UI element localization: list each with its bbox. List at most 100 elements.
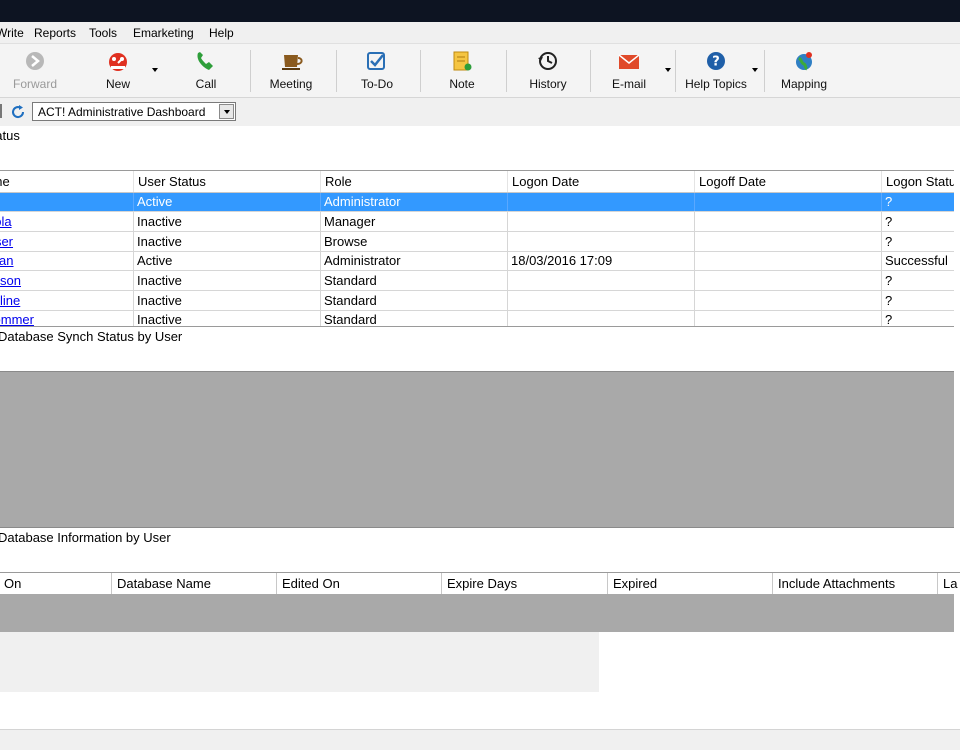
column-header-logon-status[interactable]: Logon Status [881,171,954,193]
role-cell: Standard [320,290,508,311]
user-name-link[interactable]: nderline [0,290,134,311]
meeting-button[interactable]: Meeting [258,48,324,94]
logon-date-cell [507,231,695,252]
todo-button[interactable]: To-Do [346,48,408,94]
toolbar-separator [675,50,676,92]
logon-date-cell [507,270,695,291]
user-name-link[interactable]: nderson [0,270,134,291]
user-status-cell: Active [133,251,321,272]
user-name-link[interactable]: n Sommer [0,310,134,326]
menu-reports[interactable]: Reports [34,26,76,40]
logoff-date-cell [694,192,882,213]
dashboard-bar: ACT! Administrative Dashboard [0,98,960,126]
role-cell: Manager [320,211,508,232]
menu-write[interactable]: Write [0,26,24,40]
toolbar-separator [506,50,507,92]
chevron-down-icon[interactable] [219,104,234,119]
history-button[interactable]: History [516,48,580,94]
menu-emarketing[interactable]: Emarketing [133,26,194,40]
call-button[interactable]: Call [176,48,236,94]
table-row[interactable]: n Sommer Inactive Standard ? [0,310,954,326]
mapping-button[interactable]: Mapping [774,48,834,94]
table-row[interactable]: nderson Inactive Standard ? [0,270,954,291]
logoff-date-cell [694,211,882,232]
logon-status-cell: ? [881,310,954,326]
grid-header-row: Name User Status Role Logon Date Logoff … [0,171,954,193]
table-row[interactable]: rowser Inactive Browse ? [0,231,954,252]
status-bar [0,729,960,750]
column-header-database-name[interactable]: Database Name [117,576,211,591]
new-label: New [105,77,130,91]
info-grid-header: On Database Name Edited On Expire Days E… [0,572,960,594]
column-header-on[interactable]: On [4,576,21,591]
new-dropdown-arrow[interactable] [152,68,158,72]
dashboard-select[interactable]: ACT! Administrative Dashboard [32,102,236,121]
email-icon [618,54,640,69]
note-label: Note [449,77,475,91]
email-dropdown-arrow[interactable] [665,68,671,72]
column-header-role[interactable]: Role [320,171,508,193]
help-topics-dropdown-arrow[interactable] [752,68,758,72]
column-header-edited-on[interactable]: Edited On [282,576,340,591]
column-divider [772,573,773,594]
menu-tools[interactable]: Tools [89,26,117,40]
logon-status-cell: ? [881,192,954,213]
table-row[interactable]: nderline Inactive Standard ? [0,290,954,311]
logon-date-cell [507,192,695,213]
logoff-date-cell [694,251,882,272]
logoff-date-cell [694,231,882,252]
logon-date-cell [507,211,695,232]
logon-date-cell [507,290,695,311]
user-name-link[interactable]: rowser [0,231,134,252]
meeting-label: Meeting [269,77,313,91]
forward-button[interactable]: Forward [5,48,65,94]
toolbar-separator [420,50,421,92]
window-titlebar [0,0,960,22]
synch-section-title: Database Synch Status by User [0,329,183,344]
todo-icon [367,52,385,70]
logon-date-cell: 18/03/2016 17:09 [507,251,695,272]
role-cell: Standard [320,270,508,291]
column-header-include-attachments[interactable]: Include Attachments [778,576,895,591]
help-topics-button[interactable]: ? Help Topics [680,48,752,94]
mapping-icon [796,52,812,71]
column-header-expire-days[interactable]: Expire Days [447,576,517,591]
user-status-cell: Inactive [133,231,321,252]
logoff-date-cell [694,270,882,291]
email-label: E-mail [611,77,646,91]
refresh-icon[interactable] [10,104,26,120]
column-header-last[interactable]: La [943,576,957,591]
column-header-expired[interactable]: Expired [613,576,657,591]
user-name-link[interactable]: uffman [0,251,134,272]
menu-help[interactable]: Help [209,26,234,40]
column-divider [937,573,938,594]
user-name-link[interactable]: K [0,192,134,213]
info-footer-panel [0,632,599,692]
logon-status-cell: ? [881,211,954,232]
synch-grid-empty [0,371,954,528]
column-header-logoff-date[interactable]: Logoff Date [694,171,882,193]
new-icon [109,53,127,71]
toolbar-separator [764,50,765,92]
status-section-title: Status [0,128,20,143]
user-name-link[interactable]: Mikola [0,211,134,232]
column-header-name[interactable]: Name [0,171,134,193]
user-status-cell: Active [133,192,321,213]
user-status-cell: Inactive [133,211,321,232]
email-button[interactable]: E-mail [600,48,658,94]
logoff-date-cell [694,290,882,311]
note-button[interactable]: Note [432,48,492,94]
forward-label: Forward [12,77,57,91]
role-cell: Standard [320,310,508,326]
toolbar-separator [590,50,591,92]
column-divider [276,573,277,594]
user-status-cell: Inactive [133,270,321,291]
column-header-user-status[interactable]: User Status [133,171,321,193]
mapping-label: Mapping [780,77,828,91]
new-button[interactable]: New [90,48,146,94]
history-icon [538,52,557,70]
table-row[interactable]: K Active Administrator ? [0,192,954,213]
table-row[interactable]: uffman Active Administrator 18/03/2016 1… [0,251,954,272]
table-row[interactable]: Mikola Inactive Manager ? [0,211,954,232]
column-header-logon-date[interactable]: Logon Date [507,171,695,193]
